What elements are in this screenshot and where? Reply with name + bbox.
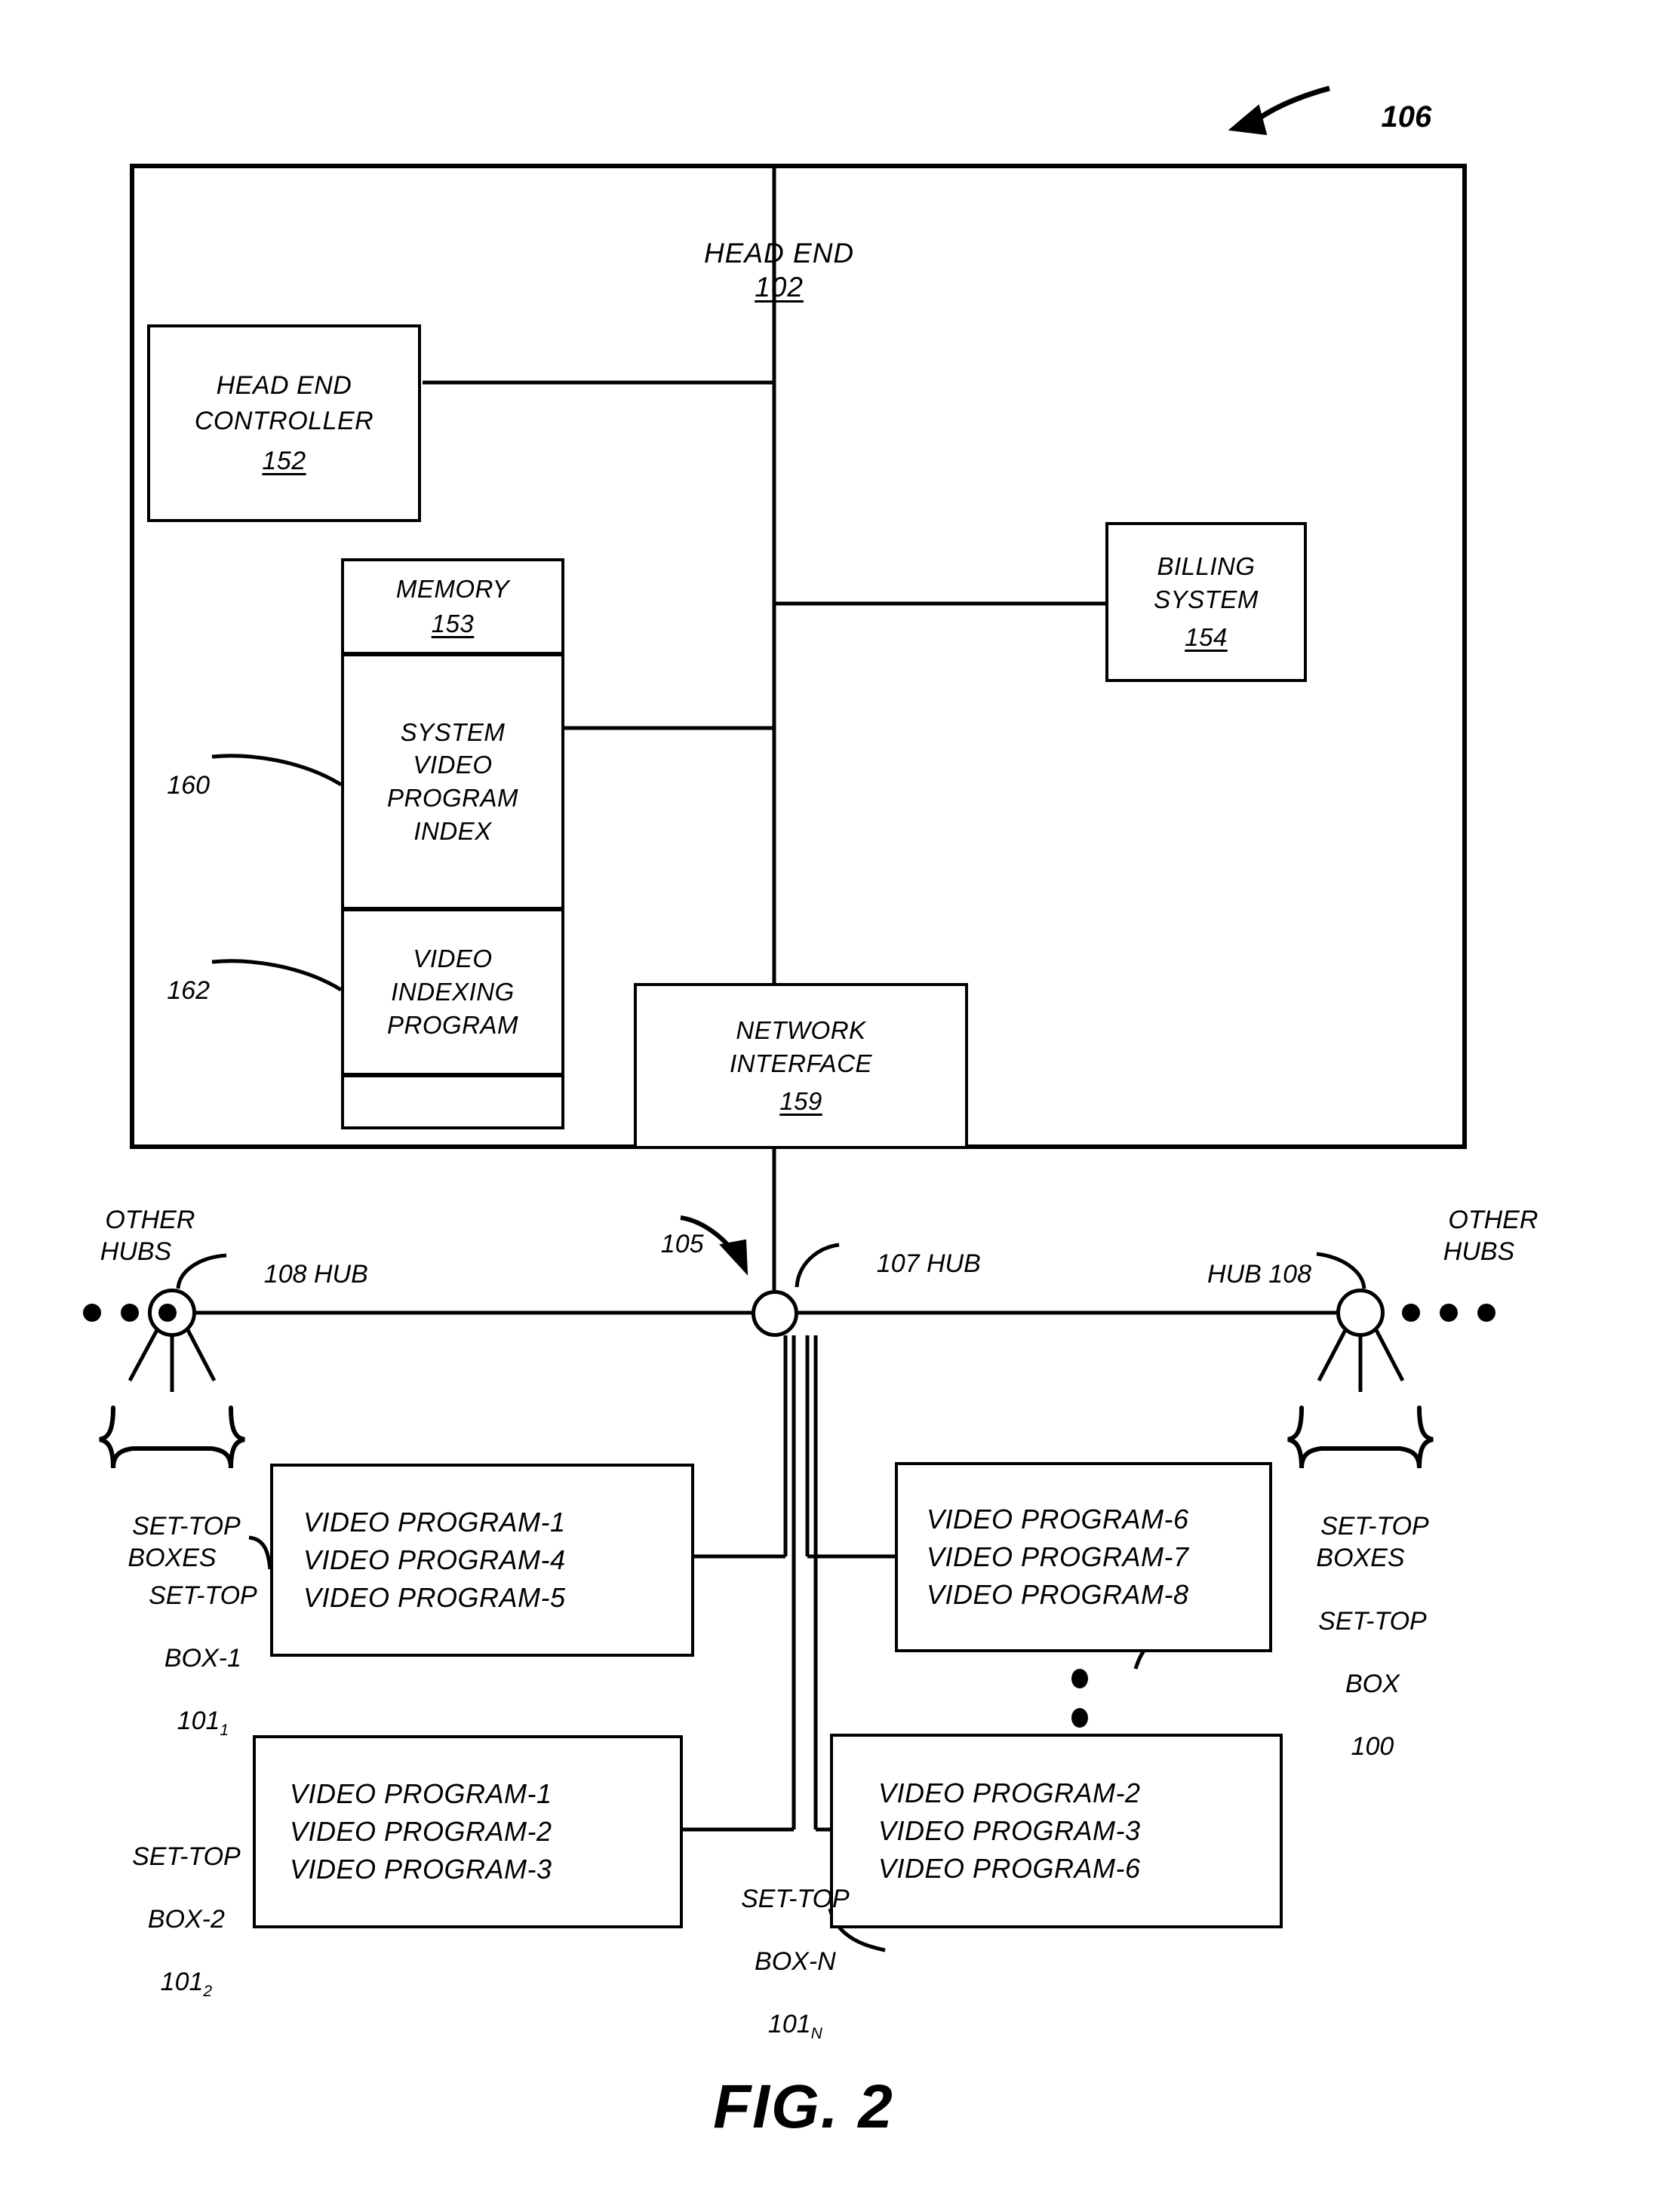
stb1-program-2: VIDEO PROGRAM-4: [303, 1544, 566, 1576]
hub-center-107[interactable]: [752, 1290, 798, 1337]
stb1-program-3: VIDEO PROGRAM-5: [303, 1581, 566, 1613]
hub-right-label-text: HUB 108: [1207, 1260, 1311, 1289]
memory-section-ref-160: 160: [98, 739, 210, 833]
stb1-caption-l2: BOX-1: [164, 1644, 241, 1673]
stb2-ref: 101: [160, 1968, 204, 1997]
head-end-controller-line2: CONTROLLER: [194, 406, 374, 435]
network-interface-line1: NETWORK: [736, 1016, 866, 1044]
stbn-ref: 101: [767, 2010, 811, 2039]
bus-ref-105: 105: [632, 1198, 704, 1292]
set-top-box-100-programs[interactable]: VIDEO PROGRAM-6 VIDEO PROGRAM-7 VIDEO PR…: [895, 1462, 1272, 1652]
figure-caption-text: FIG. 2: [713, 2072, 894, 2141]
set-top-box-n-caption: SET-TOP BOX-N 101N: [702, 1853, 860, 2072]
memory-ref: 153: [431, 610, 475, 637]
bus-ref-105-text: 105: [660, 1230, 704, 1259]
set-top-box-1-caption: SET-TOP BOX-1 1011: [113, 1550, 264, 1768]
other-hubs-label-right-text: OTHER HUBS: [1443, 1206, 1539, 1266]
stb100-caption-l2: BOX: [1345, 1670, 1400, 1699]
head-end-controller-box[interactable]: HEAD END CONTROLLER 152: [147, 324, 421, 522]
stb100-ref: 100: [1351, 1732, 1394, 1762]
memory-section-ref-160-text: 160: [167, 771, 210, 800]
vip-l3: PROGRAM: [386, 1011, 518, 1040]
stbn-program-2: VIDEO PROGRAM-3: [878, 1815, 1141, 1847]
stb2-caption-l2: BOX-2: [147, 1905, 225, 1934]
system-video-program-index-label: SYSTEM VIDEO PROGRAM INDEX: [387, 716, 518, 847]
set-top-box-2-programs[interactable]: VIDEO PROGRAM-1 VIDEO PROGRAM-2 VIDEO PR…: [253, 1735, 683, 1928]
stb1-ref-sub: 1: [220, 1721, 229, 1739]
stbn-program-1: VIDEO PROGRAM-2: [878, 1777, 1141, 1809]
vip-l1: VIDEO: [413, 944, 493, 972]
set-top-box-1-program-list: VIDEO PROGRAM-1 VIDEO PROGRAM-4 VIDEO PR…: [303, 1504, 566, 1616]
svpi-l1: SYSTEM: [400, 717, 506, 746]
patent-figure-canvas: HEAD END 102 106 HEAD END CONTROLLER 152…: [0, 0, 1663, 2212]
stb1-program-1: VIDEO PROGRAM-1: [303, 1507, 566, 1538]
memory-title-section[interactable]: MEMORY 153: [341, 558, 564, 654]
stb100-program-1: VIDEO PROGRAM-6: [927, 1504, 1189, 1535]
stb100-caption-l1: SET-TOP: [1318, 1607, 1427, 1636]
stb1-caption-l1: SET-TOP: [149, 1581, 257, 1611]
vip-l2: INDEXING: [391, 977, 515, 1006]
memory-empty-section[interactable]: [341, 1075, 564, 1129]
head-end-controller-ref: 152: [262, 446, 306, 475]
head-end-controller-line1: HEAD END: [216, 370, 352, 400]
system-ref-106-text: 106: [1381, 100, 1432, 134]
stb2-program-3: VIDEO PROGRAM-3: [290, 1853, 552, 1885]
stb2-ref-sub: 2: [203, 1982, 213, 2000]
set-top-box-1-programs[interactable]: VIDEO PROGRAM-1 VIDEO PROGRAM-4 VIDEO PR…: [270, 1464, 694, 1657]
svpi-l4: INDEX: [413, 816, 492, 845]
other-hubs-dots-right: [1402, 1304, 1495, 1322]
stb1-ref: 101: [177, 1707, 220, 1736]
stb100-program-3: VIDEO PROGRAM-8: [927, 1578, 1189, 1610]
hub-center-label: 107 HUB: [848, 1218, 981, 1311]
system-video-program-index-section[interactable]: SYSTEM VIDEO PROGRAM INDEX: [341, 654, 564, 909]
network-interface-line2: INTERFACE: [729, 1049, 873, 1077]
video-indexing-program-label: VIDEO INDEXING PROGRAM: [387, 942, 518, 1043]
set-top-box-2-program-list: VIDEO PROGRAM-1 VIDEO PROGRAM-2 VIDEO PR…: [290, 1775, 552, 1888]
memory-section-ref-162-text: 162: [167, 976, 210, 1006]
stb2-program-1: VIDEO PROGRAM-1: [290, 1778, 552, 1810]
stbn-caption-l1: SET-TOP: [741, 1885, 850, 1914]
hub-left-label-text: 108 HUB: [263, 1260, 368, 1289]
other-hubs-dots-left: [83, 1304, 177, 1322]
svpi-l3: PROGRAM: [386, 784, 518, 812]
billing-system-line2: SYSTEM: [1154, 585, 1259, 613]
network-interface-ref: 159: [779, 1087, 822, 1115]
head-end-title-text: HEAD END: [703, 238, 855, 269]
hub-left-label: 108 HUB: [235, 1228, 368, 1322]
system-ref-106: 106: [1348, 62, 1431, 172]
billing-system-box[interactable]: BILLING SYSTEM 154: [1105, 522, 1307, 682]
set-top-box-n-programs[interactable]: VIDEO PROGRAM-2 VIDEO PROGRAM-3 VIDEO PR…: [830, 1734, 1283, 1928]
other-hubs-label-left: OTHER HUBS: [53, 1174, 219, 1299]
stb100-program-2: VIDEO PROGRAM-7: [927, 1541, 1189, 1573]
set-top-box-100-program-list: VIDEO PROGRAM-6 VIDEO PROGRAM-7 VIDEO PR…: [927, 1501, 1189, 1613]
video-indexing-program-section[interactable]: VIDEO INDEXING PROGRAM: [341, 909, 564, 1075]
svpi-l2: VIDEO: [413, 751, 493, 779]
set-top-box-2-caption: SET-TOP BOX-2 1012: [97, 1811, 247, 2029]
head-end-title: HEAD END 102: [604, 202, 921, 339]
billing-system-line1: BILLING: [1157, 552, 1256, 580]
stbn-program-3: VIDEO PROGRAM-6: [878, 1852, 1141, 1884]
set-top-box-100-caption: SET-TOP BOX 100: [1283, 1575, 1434, 1794]
stb2-caption-l1: SET-TOP: [132, 1842, 241, 1872]
stbn-caption-l2: BOX-N: [755, 1947, 836, 1977]
stbn-ref-sub: N: [810, 2024, 822, 2042]
hub-right-label: HUB 108: [1109, 1228, 1311, 1322]
figure-caption: FIG. 2: [0, 2072, 1607, 2143]
other-hubs-label-left-text: OTHER HUBS: [100, 1206, 195, 1266]
memory-section-ref-162: 162: [98, 945, 210, 1038]
other-hubs-label-right: OTHER HUBS: [1396, 1174, 1562, 1299]
hub-right-108[interactable]: [1336, 1289, 1385, 1337]
billing-system-ref: 154: [1185, 623, 1228, 651]
set-top-box-n-program-list: VIDEO PROGRAM-2 VIDEO PROGRAM-3 VIDEO PR…: [878, 1774, 1141, 1887]
memory-title: MEMORY: [395, 575, 510, 603]
set-top-boxes-label-right-text: SET-TOP BOXES: [1316, 1512, 1429, 1572]
network-interface-box[interactable]: NETWORK INTERFACE 159: [634, 983, 968, 1149]
stb2-program-2: VIDEO PROGRAM-2: [290, 1816, 552, 1848]
hub-center-label-text: 107 HUB: [876, 1249, 981, 1279]
head-end-title-ref: 102: [755, 272, 804, 303]
